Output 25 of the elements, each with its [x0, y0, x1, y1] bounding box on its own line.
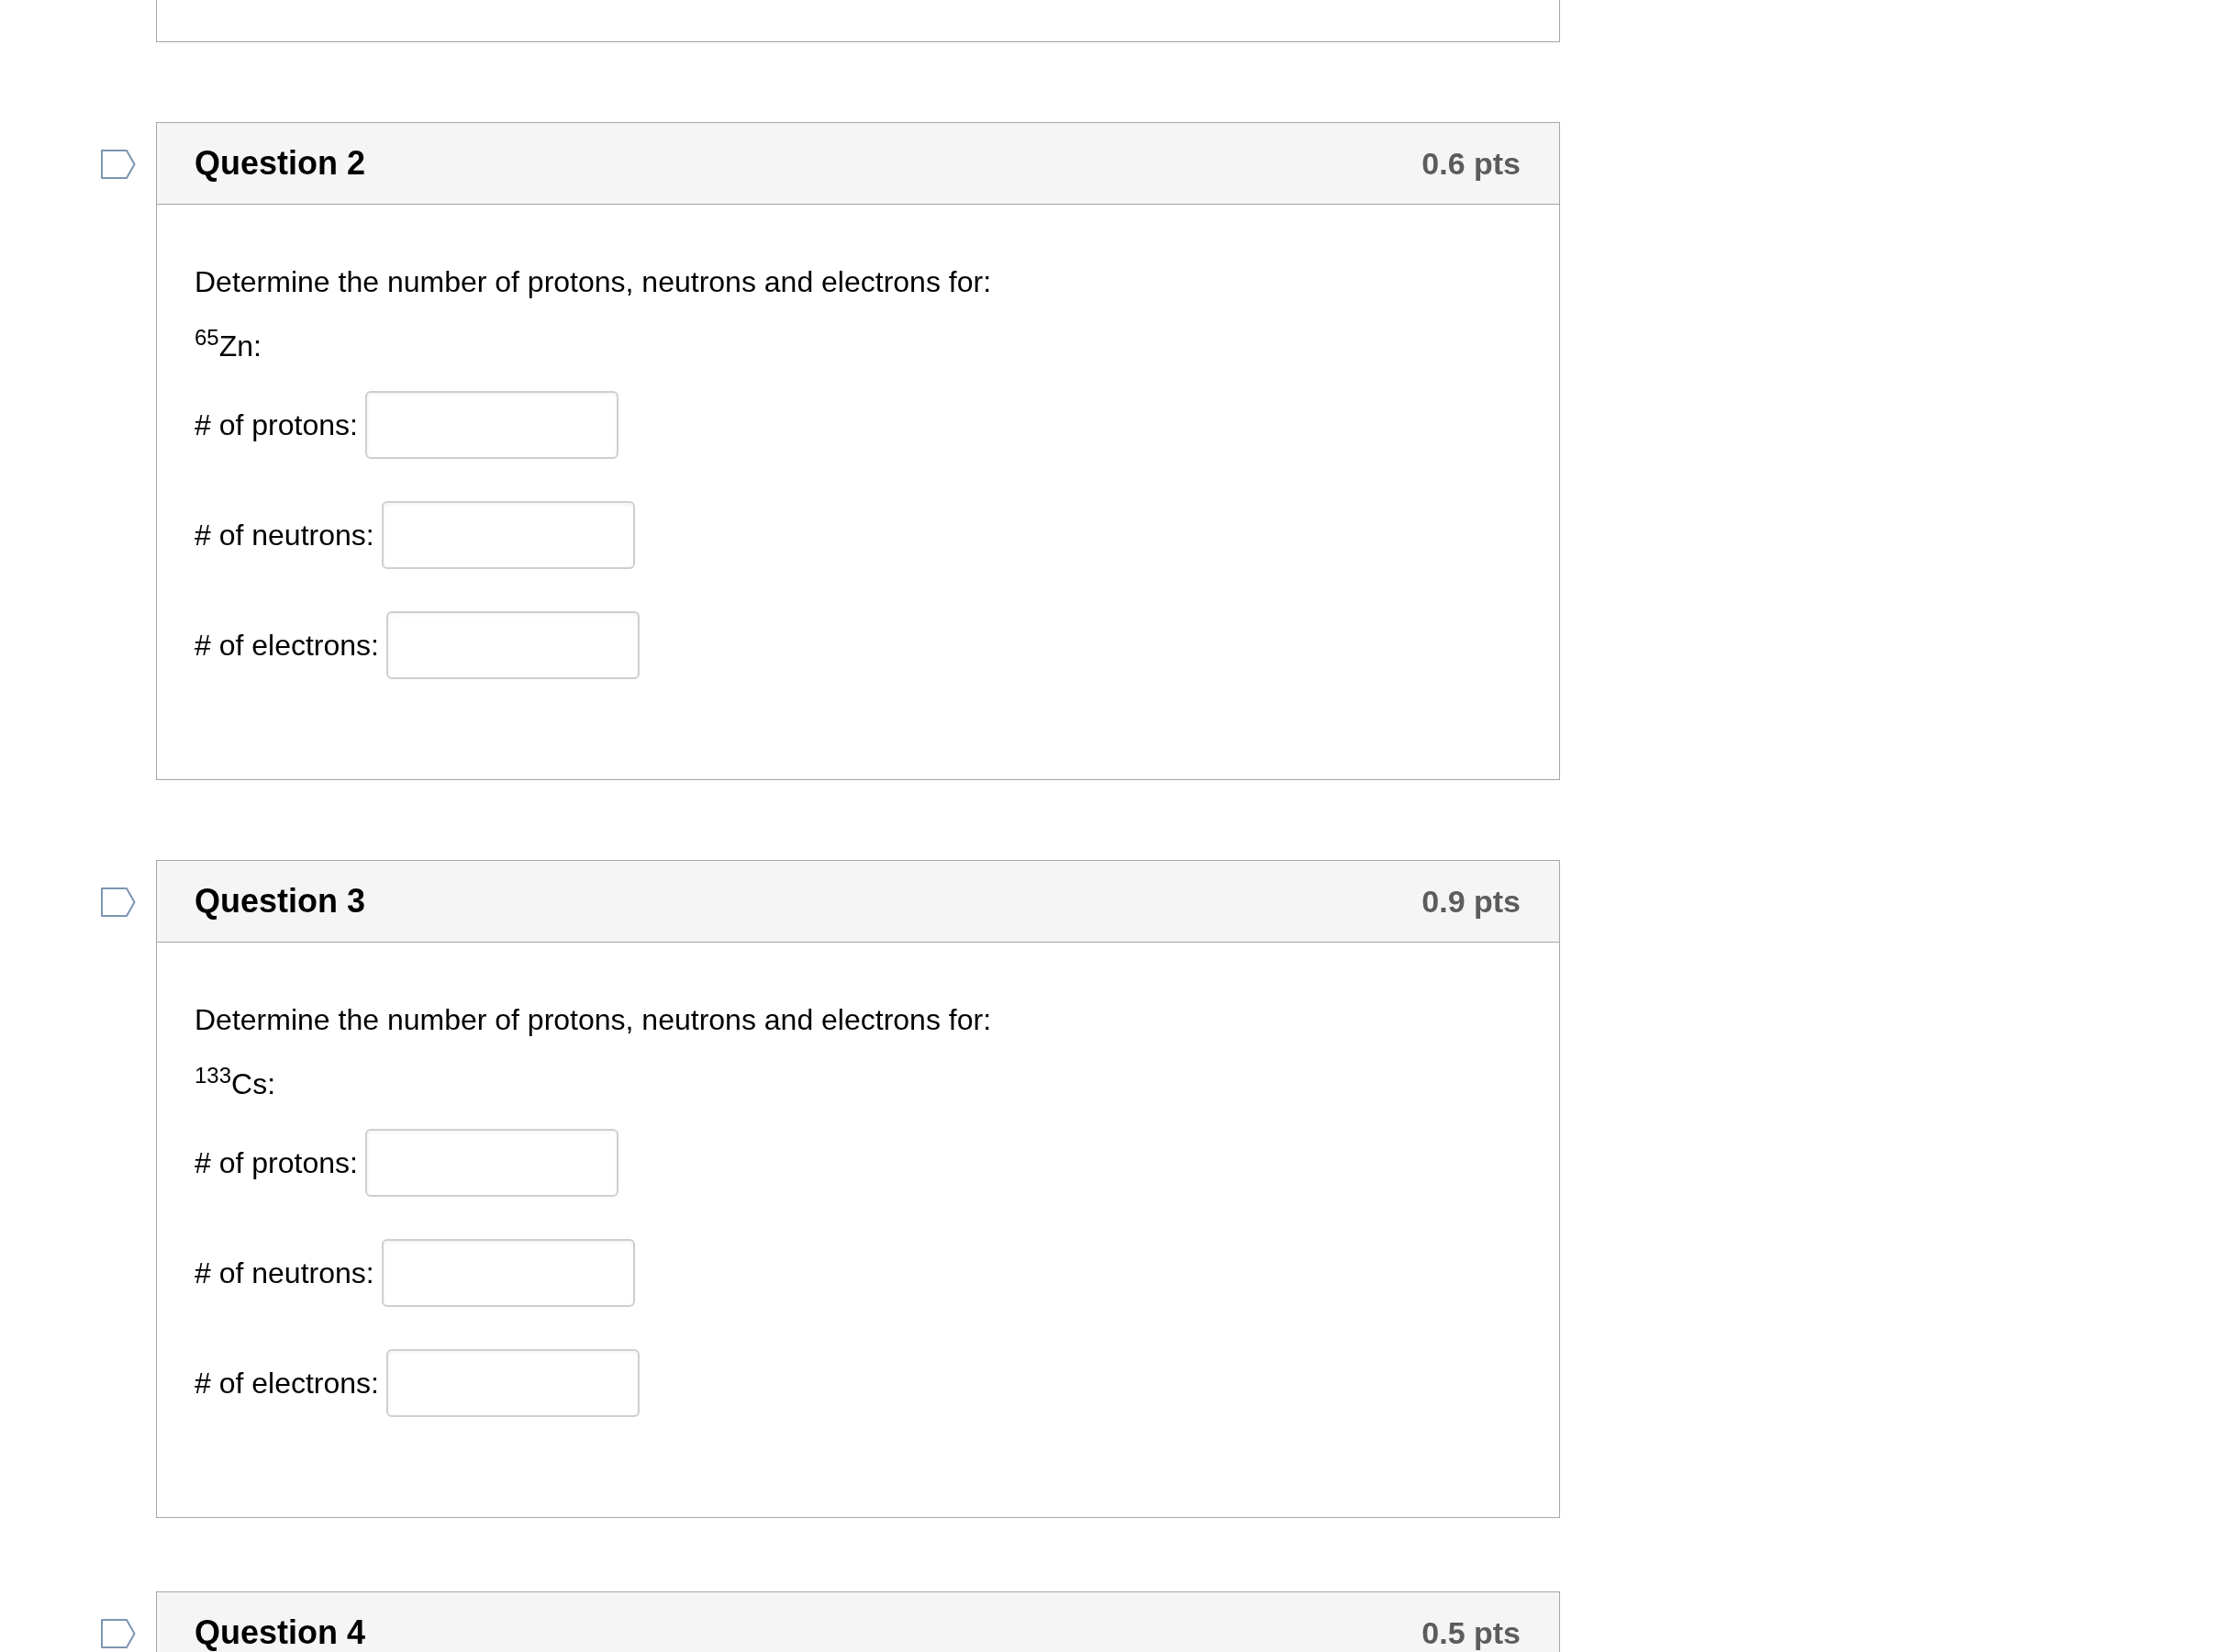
bookmark-icon[interactable]	[101, 149, 136, 179]
isotope-symbol: $^{133}$Cs:	[195, 1066, 276, 1102]
question-title: Question 2	[195, 146, 366, 181]
input-field[interactable]	[364, 391, 619, 459]
field-label: # of neutrons:	[195, 1256, 374, 1291]
input-field[interactable]	[381, 501, 635, 569]
bookmark-icon[interactable]	[101, 887, 136, 917]
field-label: # of protons:	[195, 1145, 358, 1181]
question-text: Determine the number of protons, neutrons and electrons for:	[195, 1002, 992, 1038]
input-field[interactable]	[386, 1349, 640, 1417]
question-text: Determine the number of protons, neutrons and electrons for:	[195, 264, 992, 300]
field-label: # of neutrons:	[195, 518, 374, 553]
input-field[interactable]	[381, 1239, 635, 1307]
input-field[interactable]	[386, 611, 640, 679]
question-points: 0.5 pts	[1421, 1615, 1521, 1650]
question-title: Question 3	[195, 884, 366, 919]
field-label: # of electrons:	[195, 1366, 379, 1401]
field-label: # of electrons:	[195, 628, 379, 664]
bookmark-icon[interactable]	[101, 1618, 136, 1648]
input-field[interactable]	[364, 1129, 619, 1197]
question-points: 0.9 pts	[1421, 884, 1521, 919]
question-title: Question 4	[195, 1615, 366, 1650]
isotope-symbol: $^{65}$Zn:	[195, 328, 262, 364]
field-label: # of protons:	[195, 407, 358, 443]
question-points: 0.6 pts	[1421, 146, 1521, 181]
